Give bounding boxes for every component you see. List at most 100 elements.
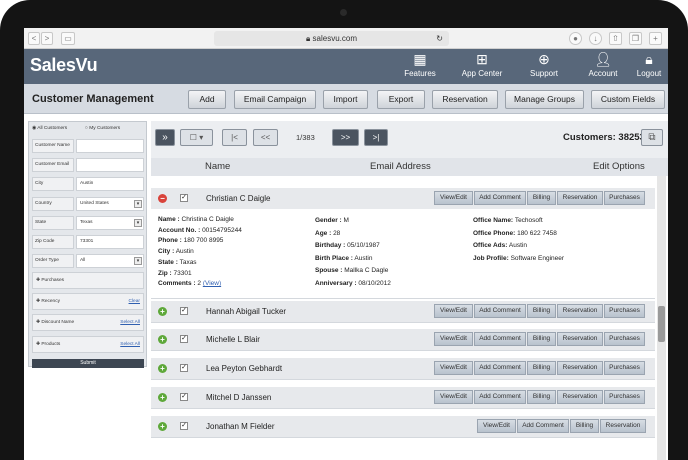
add-comment-button[interactable]: Add Comment [474,304,526,318]
sidebar-toggle-icon[interactable]: ▭ [61,32,75,45]
table-row[interactable]: + ✓ Mitchel D Janssen View/Edit Add Comm… [151,387,655,409]
import-button[interactable]: Import [323,90,368,109]
nav-app-center[interactable]: ⊞ App Center [452,51,512,78]
submit-button[interactable]: Submit [32,359,144,368]
expand-row-icon[interactable]: + [158,393,167,402]
customer-name[interactable]: Lea Peyton Gebhardt [206,364,282,373]
add-comment-button[interactable]: Add Comment [474,191,526,205]
customer-name[interactable]: Christian C Daigle [206,194,270,203]
row-checkbox[interactable]: ✓ [180,194,188,202]
scrollbar[interactable] [657,176,666,460]
row-checkbox[interactable]: ✓ [180,307,188,315]
expand-row-icon[interactable]: + [158,364,167,373]
reservation-button[interactable]: Reservation [557,390,603,404]
table-row[interactable]: + ✓ Lea Peyton Gebhardt View/Edit Add Co… [151,358,655,380]
customer-name[interactable]: Hannah Abigail Tucker [206,307,286,316]
customer-name-input[interactable] [76,139,144,153]
nav-features[interactable]: ▦ Features [390,51,450,78]
view-edit-button[interactable]: View/Edit [434,332,473,346]
billing-button[interactable]: Billing [527,191,556,205]
expand-row-icon[interactable]: + [158,335,167,344]
email-campaign-button[interactable]: Email Campaign [234,90,316,109]
open-external-icon[interactable]: ⧉ [641,129,663,146]
back-button[interactable]: < [28,32,40,45]
view-edit-button[interactable]: View/Edit [434,390,473,404]
section-products[interactable]: ✚ Products Select All [32,336,144,353]
customer-name[interactable]: Mitchel D Janssen [206,393,271,402]
expand-row-icon[interactable]: + [158,422,167,431]
next-page-button[interactable]: >> [332,129,359,146]
customer-email-input[interactable] [76,158,144,172]
billing-button[interactable]: Billing [527,390,556,404]
section-recency[interactable]: ✚ Recency Clear [32,293,144,310]
table-row[interactable]: + ✓ Hannah Abigail Tucker View/Edit Add … [151,301,655,323]
view-comments-link[interactable]: (View) [203,280,221,287]
row-checkbox[interactable]: ✓ [180,335,188,343]
export-button[interactable]: Export [377,90,425,109]
nav-logout[interactable]: 🔒︎ Logout [619,51,668,78]
privacy-icon[interactable]: ● [569,32,582,45]
collapse-sidebar-button[interactable]: » [155,129,175,146]
view-edit-button[interactable]: View/Edit [434,361,473,375]
new-tab-icon[interactable]: + [649,32,662,45]
view-edit-button[interactable]: View/Edit [477,419,516,433]
reload-icon[interactable]: ↻ [436,31,443,46]
clear-link[interactable]: Clear [129,294,140,309]
view-edit-button[interactable]: View/Edit [434,191,473,205]
billing-button[interactable]: Billing [527,332,556,346]
billing-button[interactable]: Billing [570,419,599,433]
row-checkbox[interactable]: ✓ [180,422,188,430]
forward-button[interactable]: > [41,32,53,45]
order-type-select[interactable]: All ▾ [76,254,144,268]
row-checkbox[interactable]: ✓ [180,364,188,372]
reservation-button[interactable]: Reservation [432,90,498,109]
expand-row-icon[interactable]: + [158,307,167,316]
tabs-icon[interactable]: ❐ [629,32,642,45]
nav-support[interactable]: ⊕ Support [514,51,574,78]
customer-name[interactable]: Michelle L Blair [206,335,260,344]
select-menu-button[interactable]: ☐ ▾ [180,129,213,146]
select-all-link[interactable]: Select All [120,337,140,352]
purchases-button[interactable]: Purchases [604,361,645,375]
reservation-button[interactable]: Reservation [557,361,603,375]
billing-button[interactable]: Billing [527,304,556,318]
collapse-row-icon[interactable]: − [158,194,167,203]
radio-my-customers[interactable]: ○ My Customers [85,126,120,131]
add-comment-button[interactable]: Add Comment [517,419,569,433]
table-row[interactable]: + ✓ Jonathan M Fielder View/Edit Add Com… [151,416,655,438]
reservation-button[interactable]: Reservation [600,419,646,433]
prev-page-button[interactable]: << [253,129,278,146]
billing-button[interactable]: Billing [527,361,556,375]
country-select[interactable]: United States ▾ [76,197,144,211]
add-comment-button[interactable]: Add Comment [474,332,526,346]
table-row[interactable]: + ✓ Michelle L Blair View/Edit Add Comme… [151,329,655,351]
add-comment-button[interactable]: Add Comment [474,361,526,375]
select-all-link[interactable]: Select All [120,315,140,330]
manage-groups-button[interactable]: Manage Groups [505,90,584,109]
add-comment-button[interactable]: Add Comment [474,390,526,404]
city-input[interactable]: Austin [76,177,144,191]
purchases-button[interactable]: Purchases [604,304,645,318]
reservation-button[interactable]: Reservation [557,191,603,205]
address-bar[interactable]: 🔒︎ salesvu.com ↻ [214,31,449,46]
salesvu-logo[interactable]: SalesVu [30,55,98,76]
last-page-button[interactable]: >| [364,129,388,146]
purchases-button[interactable]: Purchases [604,390,645,404]
table-row[interactable]: − ✓ Christian C Daigle View/Edit Add Com… [151,188,655,210]
reservation-button[interactable]: Reservation [557,304,603,318]
purchases-button[interactable]: Purchases [604,191,645,205]
share-icon[interactable]: ⇧ [609,32,622,45]
first-page-button[interactable]: |< [222,129,247,146]
state-select[interactable]: Texas ▾ [76,216,144,230]
zip-input[interactable]: 73301 [76,235,144,249]
row-checkbox[interactable]: ✓ [180,393,188,401]
scrollbar-thumb[interactable] [658,306,665,342]
add-button[interactable]: Add [188,90,226,109]
section-purchases[interactable]: ✚ Purchases [32,272,144,289]
download-icon[interactable]: ↓ [589,32,602,45]
customer-name[interactable]: Jonathan M Fielder [206,422,274,431]
radio-all-customers[interactable]: ◉ All Customers [32,126,67,131]
reservation-button[interactable]: Reservation [557,332,603,346]
custom-fields-button[interactable]: Custom Fields [591,90,665,109]
section-discount-name[interactable]: ✚ Discount Name Select All [32,314,144,331]
